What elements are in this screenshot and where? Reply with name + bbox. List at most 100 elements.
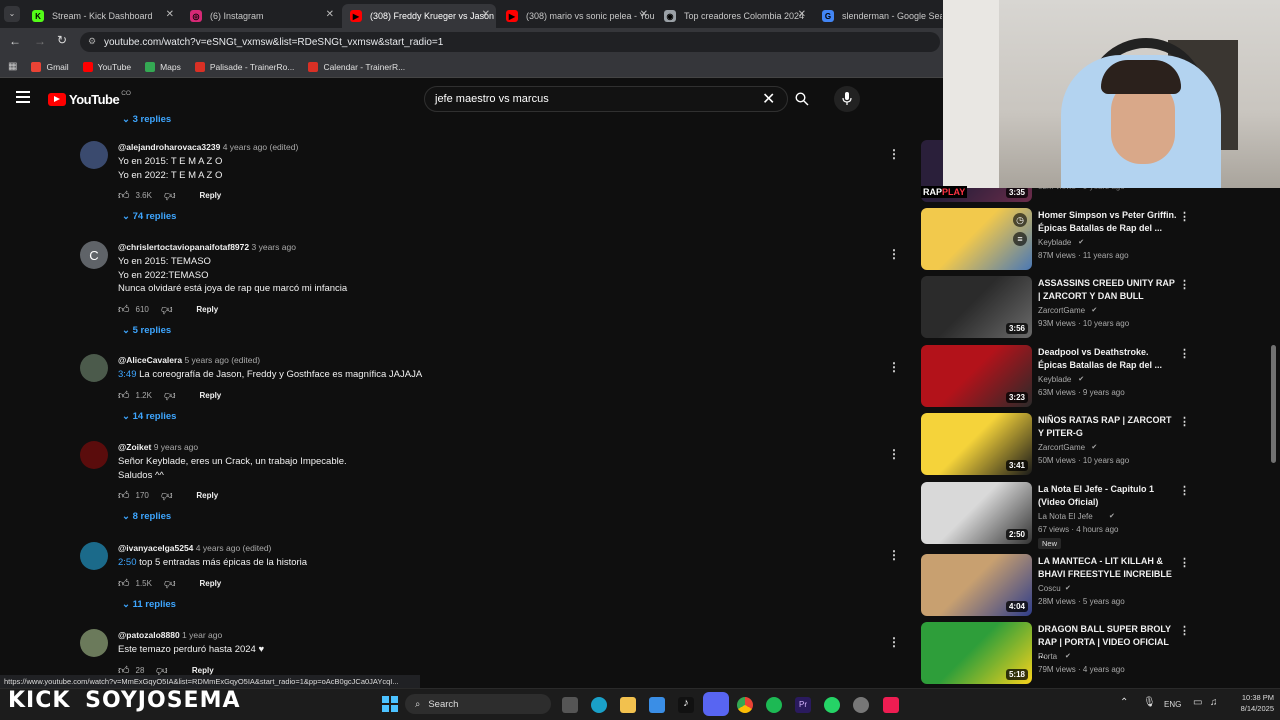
voice-search-button[interactable]: [834, 86, 860, 112]
comment-author[interactable]: @chrislertoctaviopanaifotaf8972: [118, 242, 249, 252]
view-replies-button[interactable]: ⌄ 11 replies: [122, 599, 176, 610]
like-icon[interactable]: 👍︎: [118, 389, 130, 402]
address-bar[interactable]: ⚙ youtube.com/watch?v=eSNGt_vxmsw&list=R…: [80, 32, 940, 52]
video-more-icon[interactable]: ⋮: [1179, 347, 1190, 360]
avatar[interactable]: [80, 354, 108, 382]
bookmark-1[interactable]: Gmail: [31, 61, 69, 72]
related-video[interactable]: ◷ ≡ Homer Simpson vs Peter Griffin. Épicas…: [921, 208, 1191, 272]
video-title[interactable]: La Nota El Jefe - Capitulo 1 (Video Ofic…: [1038, 483, 1178, 509]
dislike-icon[interactable]: 👍︎: [164, 577, 176, 590]
comment-more-icon[interactable]: ⋮: [888, 635, 900, 649]
avatar[interactable]: [80, 141, 108, 169]
view-replies-button[interactable]: ⌄ 5 replies: [122, 325, 171, 336]
comment-date[interactable]: 3 years ago: [252, 242, 296, 252]
video-thumbnail[interactable]: 3:23: [921, 345, 1032, 407]
reply-button[interactable]: Reply: [199, 191, 221, 200]
start-button[interactable]: [382, 696, 398, 712]
channel-name[interactable]: La Nota El Jefe: [1038, 512, 1093, 521]
comment-date[interactable]: 4 years ago (edited): [223, 142, 299, 152]
related-video[interactable]: 4:04 LA MANTECA - LIT KILLAH & BHAVI FREE…: [921, 554, 1191, 618]
comment-author[interactable]: @Zoiket: [118, 442, 151, 452]
comment-more-icon[interactable]: ⋮: [888, 548, 900, 562]
side-scrollbar[interactable]: [1271, 345, 1276, 463]
comment-more-icon[interactable]: ⋮: [888, 360, 900, 374]
timestamp-link[interactable]: 3:49: [118, 369, 137, 380]
like-icon[interactable]: 👍︎: [118, 489, 130, 502]
tab-3[interactable]: ▶ (308) Freddy Krueger vs Jason V ✕: [342, 4, 496, 28]
bookmark-5[interactable]: Calendar - TrainerR...: [308, 61, 405, 72]
video-more-icon[interactable]: ⋮: [1179, 624, 1190, 637]
comment-date[interactable]: 4 years ago (edited): [196, 543, 272, 553]
dislike-icon[interactable]: 👍︎: [164, 389, 176, 402]
reply-button[interactable]: Reply: [199, 391, 221, 400]
top-replies-toggle[interactable]: ⌄ 3 replies: [122, 114, 171, 125]
video-thumbnail[interactable]: 3:56: [921, 276, 1032, 338]
channel-name[interactable]: Coscu: [1038, 584, 1061, 593]
menu-icon[interactable]: [16, 91, 30, 103]
channel-name[interactable]: Porta: [1038, 652, 1057, 661]
file-explorer-icon[interactable]: [620, 697, 636, 713]
comment-date[interactable]: 9 years ago: [154, 442, 198, 452]
bookmark-3[interactable]: Maps: [145, 61, 181, 72]
timestamp-link[interactable]: 2:50: [118, 557, 137, 568]
video-title[interactable]: LA MANTECA - LIT KILLAH & BHAVI FREESTYL…: [1038, 555, 1178, 581]
dislike-icon[interactable]: 👍︎: [161, 489, 173, 502]
add-to-queue-icon[interactable]: ≡: [1013, 232, 1027, 246]
channel-name[interactable]: Keyblade: [1038, 238, 1071, 247]
tab-5[interactable]: ◉ Top creadores Colombia 2024 ✕: [656, 4, 812, 28]
channel-name[interactable]: ZarcortGame: [1038, 306, 1085, 315]
view-replies-button[interactable]: ⌄ 8 replies: [122, 511, 171, 522]
store-icon[interactable]: [649, 697, 665, 713]
video-thumbnail[interactable]: 5:18: [921, 622, 1032, 684]
comment-date[interactable]: 5 years ago (edited): [184, 355, 260, 365]
tab-search-button[interactable]: ⌄: [4, 6, 20, 22]
video-more-icon[interactable]: ⋮: [1179, 484, 1190, 497]
site-info-icon[interactable]: ⚙: [88, 36, 96, 47]
tab-1[interactable]: K Stream - Kick Dashboard ✕: [24, 4, 180, 28]
video-more-icon[interactable]: ⋮: [1179, 278, 1190, 291]
tiktok-live-icon[interactable]: [883, 697, 899, 713]
close-tab-icon[interactable]: ✕: [482, 9, 490, 20]
language-indicator[interactable]: ENG: [1164, 700, 1181, 709]
apps-icon[interactable]: ▦: [8, 61, 17, 72]
whatsapp-icon[interactable]: [824, 697, 840, 713]
channel-name[interactable]: ZarcortGame: [1038, 443, 1085, 452]
taskbar-search[interactable]: ⌕ Search: [405, 694, 551, 714]
close-tab-icon[interactable]: ✕: [326, 9, 334, 20]
tab-4[interactable]: ▶ (308) mario vs sonic pelea - You ✕: [498, 4, 654, 28]
comment-author[interactable]: @ivanyacelga5254: [118, 543, 193, 553]
microphone-tray-icon[interactable]: 🎙: [1143, 697, 1156, 708]
dislike-icon[interactable]: 👍︎: [161, 303, 173, 316]
tab-6[interactable]: Gslenderman - Google Search: [814, 4, 942, 28]
comment-author[interactable]: @patozalo8880: [118, 630, 180, 640]
reply-button[interactable]: Reply: [192, 666, 214, 675]
task-view-icon[interactable]: [562, 697, 578, 713]
comment-author[interactable]: @alejandroharovaca3239: [118, 142, 220, 152]
close-tab-icon[interactable]: ✕: [166, 9, 174, 20]
video-more-icon[interactable]: ⋮: [1179, 210, 1190, 223]
related-video[interactable]: 2:50 La Nota El Jefe - Capitulo 1 (Video …: [921, 482, 1191, 549]
bookmark-4[interactable]: Palisade - TrainerRo...: [194, 61, 294, 72]
forward-icon[interactable]: →: [34, 34, 46, 48]
network-icon[interactable]: ▭: [1193, 697, 1202, 708]
video-thumbnail[interactable]: 3:41: [921, 413, 1032, 475]
close-tab-icon[interactable]: ✕: [798, 9, 806, 20]
dislike-icon[interactable]: 👍︎: [164, 189, 176, 202]
related-video[interactable]: 3:56 ASSASSINS CREED UNITY RAP | ZARCORT …: [921, 276, 1191, 340]
avatar[interactable]: [80, 629, 108, 657]
chrome-icon[interactable]: [737, 697, 753, 713]
like-icon[interactable]: 👍︎: [118, 303, 130, 316]
clock[interactable]: 10:38 PM 8/14/2025: [1228, 692, 1274, 714]
settings-icon[interactable]: [853, 697, 869, 713]
video-more-icon[interactable]: ⋮: [1179, 415, 1190, 428]
search-input[interactable]: jefe maestro vs marcus: [424, 86, 788, 112]
like-icon[interactable]: 👍︎: [118, 577, 130, 590]
back-icon[interactable]: ←: [9, 34, 21, 48]
view-replies-button[interactable]: ⌄ 74 replies: [122, 211, 176, 222]
video-more-icon[interactable]: ⋮: [1179, 556, 1190, 569]
premiere-icon[interactable]: Pr: [795, 697, 811, 713]
comment-author[interactable]: @AliceCavalera: [118, 355, 182, 365]
comment-more-icon[interactable]: ⋮: [888, 247, 900, 261]
related-video[interactable]: 3:41 NIÑOS RATAS RAP | ZARCORT Y PITER-G Z…: [921, 413, 1191, 477]
edge-icon[interactable]: [591, 697, 607, 713]
